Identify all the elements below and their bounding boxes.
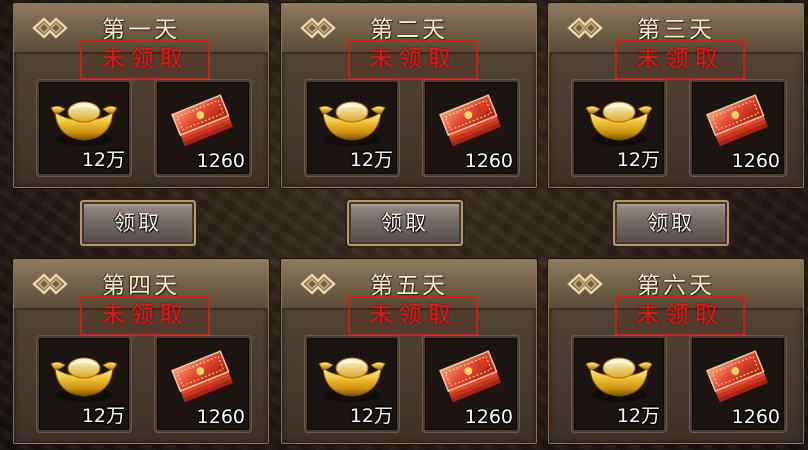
- voucher-reward-slot[interactable]: 1260: [423, 336, 519, 432]
- day-card-1: 第一天 未领取 12万 1260: [13, 3, 269, 188]
- voucher-reward-slot[interactable]: 1260: [155, 336, 251, 432]
- day-title: 第六天: [637, 273, 715, 299]
- gold-quantity: 12万: [81, 149, 125, 171]
- voucher-stack-icon: [700, 92, 774, 152]
- day-card-5: 第五天 未领取 12万 1260: [281, 259, 537, 444]
- day-title: 第二天: [370, 17, 448, 43]
- gold-ingot-icon: [582, 92, 656, 152]
- voucher-reward-slot[interactable]: 1260: [690, 336, 786, 432]
- day-title: 第四天: [102, 273, 180, 299]
- voucher-quantity: 1260: [464, 406, 513, 428]
- gold-ingot-icon: [582, 348, 656, 408]
- gold-ingot-icon: [315, 348, 389, 408]
- gold-reward-slot[interactable]: 12万: [572, 80, 666, 176]
- unclaimed-stamp: 未领取: [615, 296, 745, 336]
- gold-quantity: 12万: [349, 405, 393, 427]
- gold-reward-slot[interactable]: 12万: [37, 336, 131, 432]
- day-card-3: 第三天 未领取 12万 1260: [548, 3, 804, 188]
- gold-quantity: 12万: [616, 149, 660, 171]
- day-title: 第五天: [370, 273, 448, 299]
- claim-button-day-2[interactable]: 领取: [347, 200, 463, 246]
- gold-reward-slot[interactable]: 12万: [305, 336, 399, 432]
- claim-button-day-3[interactable]: 领取: [613, 200, 729, 246]
- gold-ingot-icon: [47, 348, 121, 408]
- day-card-6: 第六天 未领取 12万 1260: [548, 259, 804, 444]
- voucher-quantity: 1260: [731, 406, 780, 428]
- voucher-quantity: 1260: [464, 150, 513, 172]
- voucher-stack-icon: [433, 348, 507, 408]
- day-title: 第一天: [102, 17, 180, 43]
- gold-quantity: 12万: [349, 149, 393, 171]
- voucher-quantity: 1260: [196, 150, 245, 172]
- unclaimed-stamp: 未领取: [80, 40, 210, 80]
- voucher-reward-slot[interactable]: 1260: [423, 80, 519, 176]
- gold-ingot-icon: [47, 92, 121, 152]
- day-card-2: 第二天 未领取 12万 1260: [281, 3, 537, 188]
- voucher-stack-icon: [165, 92, 239, 152]
- gold-reward-slot[interactable]: 12万: [37, 80, 131, 176]
- unclaimed-stamp: 未领取: [80, 296, 210, 336]
- voucher-quantity: 1260: [731, 150, 780, 172]
- unclaimed-stamp: 未领取: [348, 40, 478, 80]
- unclaimed-stamp: 未领取: [348, 296, 478, 336]
- gold-quantity: 12万: [616, 405, 660, 427]
- voucher-reward-slot[interactable]: 1260: [155, 80, 251, 176]
- day-card-4: 第四天 未领取 12万 1260: [13, 259, 269, 444]
- voucher-stack-icon: [433, 92, 507, 152]
- unclaimed-stamp: 未领取: [615, 40, 745, 80]
- voucher-reward-slot[interactable]: 1260: [690, 80, 786, 176]
- gold-ingot-icon: [315, 92, 389, 152]
- day-title: 第三天: [637, 17, 715, 43]
- voucher-stack-icon: [700, 348, 774, 408]
- gold-reward-slot[interactable]: 12万: [305, 80, 399, 176]
- claim-button-day-1[interactable]: 领取: [80, 200, 196, 246]
- gold-reward-slot[interactable]: 12万: [572, 336, 666, 432]
- voucher-stack-icon: [165, 348, 239, 408]
- gold-quantity: 12万: [81, 405, 125, 427]
- voucher-quantity: 1260: [196, 406, 245, 428]
